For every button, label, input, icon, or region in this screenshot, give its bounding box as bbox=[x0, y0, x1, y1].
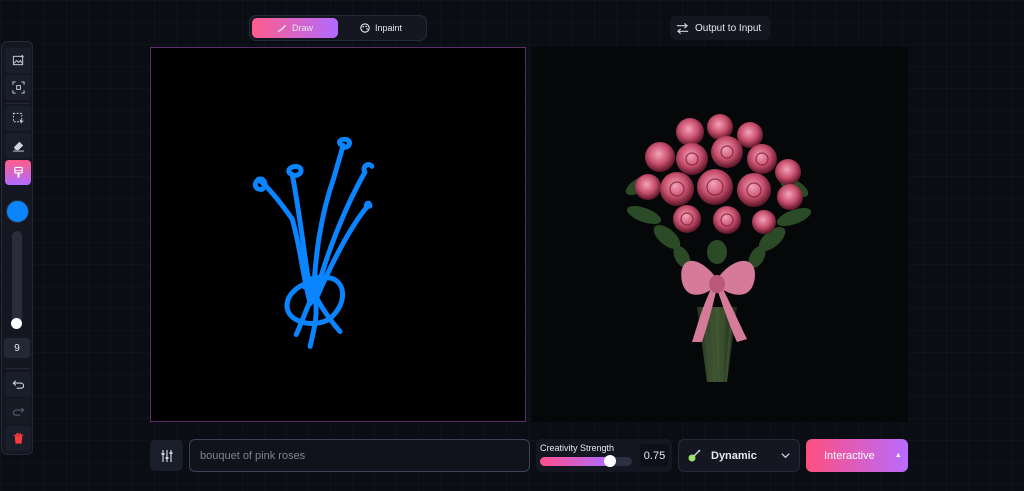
sketch-strokes bbox=[252, 136, 375, 349]
palette-icon bbox=[360, 23, 370, 33]
eraser-button[interactable] bbox=[5, 133, 31, 158]
drawing-toolbar: 9 bbox=[1, 41, 33, 455]
focus-button[interactable] bbox=[5, 75, 31, 100]
creativity-strength-thumb[interactable] bbox=[604, 455, 616, 467]
style-select[interactable]: Dynamic bbox=[678, 439, 800, 472]
style-select-value: Dynamic bbox=[711, 449, 757, 462]
creativity-strength-fill bbox=[540, 457, 609, 466]
creativity-strength-slider[interactable] bbox=[540, 457, 632, 466]
feather-icon bbox=[277, 25, 286, 33]
select-button[interactable] bbox=[5, 106, 31, 131]
creativity-strength-value[interactable]: 0.75 bbox=[640, 444, 669, 467]
image-add-icon bbox=[12, 54, 24, 66]
focus-icon bbox=[11, 81, 25, 94]
drawing-canvas[interactable] bbox=[150, 47, 526, 422]
creativity-strength-label: Creativity Strength bbox=[540, 443, 615, 453]
brush-size-slider-thumb[interactable] bbox=[11, 318, 22, 329]
undo-icon bbox=[12, 380, 24, 389]
brush-icon bbox=[13, 166, 23, 178]
eraser-icon bbox=[12, 141, 24, 152]
guitar-icon bbox=[688, 449, 701, 461]
mode-inpaint-label: Inpaint bbox=[374, 23, 403, 33]
brush-button[interactable] bbox=[5, 160, 31, 185]
brush-size-slider[interactable] bbox=[12, 231, 22, 328]
caret-up-icon[interactable]: ▲ bbox=[895, 452, 902, 459]
generated-image bbox=[625, 114, 812, 383]
redo-icon bbox=[12, 407, 24, 416]
interactive-generate-label: Interactive bbox=[824, 449, 875, 462]
mode-draw-button[interactable]: Draw bbox=[252, 18, 338, 38]
interactive-generate-button[interactable]: Interactive ▲ bbox=[806, 439, 908, 472]
clear-canvas-button[interactable] bbox=[5, 426, 31, 451]
brush-size-value: 9 bbox=[4, 338, 30, 358]
image-add-button[interactable] bbox=[5, 48, 31, 73]
mode-toggle: Draw Inpaint bbox=[249, 15, 427, 41]
mode-inpaint-button[interactable]: Inpaint bbox=[338, 18, 424, 38]
sliders-icon bbox=[161, 449, 172, 462]
trash-icon bbox=[13, 433, 23, 444]
output-to-input-button[interactable]: Output to Input bbox=[670, 16, 770, 40]
creativity-strength-control: Creativity Strength 0.75 bbox=[536, 439, 672, 472]
output-canvas bbox=[532, 47, 908, 422]
undo-button[interactable] bbox=[5, 372, 31, 397]
toolbar-divider bbox=[6, 103, 30, 104]
toolbar-divider bbox=[6, 368, 30, 369]
mode-draw-label: Draw bbox=[291, 23, 313, 33]
redo-button[interactable] bbox=[5, 399, 31, 424]
prompt-input[interactable] bbox=[189, 439, 530, 472]
chevron-down-icon bbox=[781, 453, 790, 459]
settings-button[interactable] bbox=[150, 440, 183, 471]
output-to-input-label: Output to Input bbox=[695, 22, 762, 34]
brush-color-picker[interactable] bbox=[6, 200, 29, 223]
select-icon bbox=[12, 112, 24, 125]
swap-icon bbox=[676, 22, 689, 34]
